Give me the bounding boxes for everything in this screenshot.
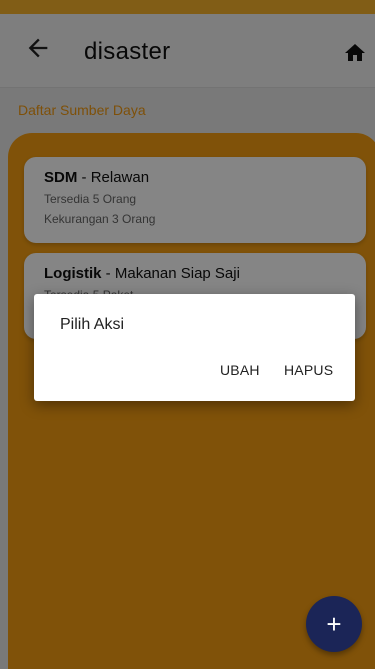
action-dialog: Pilih Aksi UBAH HAPUS [34, 294, 355, 401]
delete-button[interactable]: HAPUS [284, 362, 333, 378]
dialog-title: Pilih Aksi [60, 316, 125, 333]
edit-button[interactable]: UBAH [220, 362, 260, 378]
add-resource-button[interactable]: + [306, 596, 362, 652]
